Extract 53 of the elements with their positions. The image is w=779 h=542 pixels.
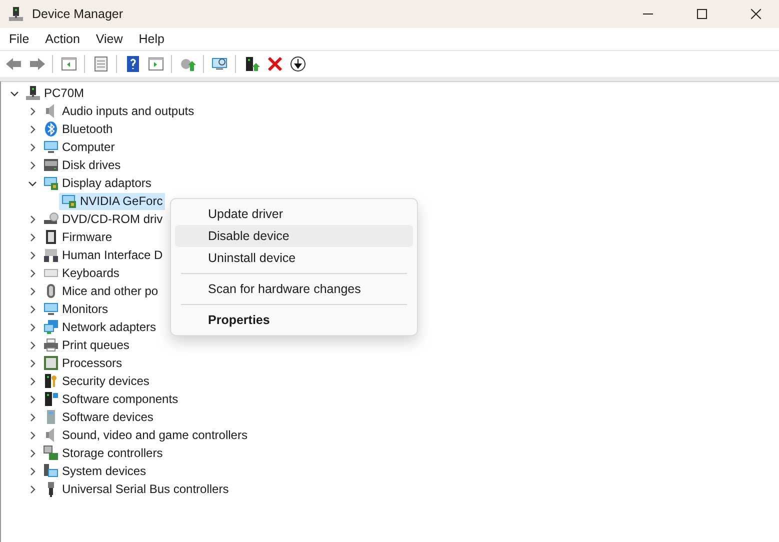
monitor-icon	[43, 301, 59, 317]
tree-item[interactable]: Software components	[41, 390, 180, 408]
menu-item[interactable]: View	[88, 30, 131, 48]
tree-item[interactable]: DVD/CD-ROM driv	[41, 210, 165, 228]
display-adapter-icon	[43, 175, 59, 191]
monitor-icon	[43, 139, 59, 155]
tree-item[interactable]: Firmware	[41, 228, 114, 246]
tree-item[interactable]: System devices	[41, 462, 148, 480]
context-menu-item[interactable]: Uninstall device	[175, 247, 413, 269]
optical-drive-icon	[43, 211, 59, 227]
tree-item[interactable]: Network adapters	[41, 318, 158, 336]
system-icon	[43, 463, 59, 479]
context-menu-item[interactable]: Scan for hardware changes	[175, 278, 413, 300]
menu-item[interactable]: File	[1, 30, 38, 48]
tree-item[interactable]: Computer	[41, 138, 117, 156]
gamepad-icon	[43, 247, 59, 263]
tree-item[interactable]: Audio inputs and outputs	[41, 102, 196, 120]
bluetooth-icon	[43, 121, 59, 137]
tree-item[interactable]: Bluetooth	[41, 120, 115, 138]
chip-icon	[43, 229, 59, 245]
close-icon	[751, 9, 761, 19]
tree-item[interactable]: Display adaptors	[41, 174, 154, 192]
tree-item[interactable]: Human Interface D	[41, 246, 165, 264]
context-menu-item[interactable]: Update driver	[175, 203, 413, 225]
tree-item[interactable]: Security devices	[41, 372, 152, 390]
maximize-icon	[697, 9, 707, 19]
tree-item[interactable]: Universal Serial Bus controllers	[41, 480, 231, 498]
component-icon	[43, 391, 59, 407]
key-icon	[43, 373, 59, 389]
tree-item[interactable]: NVIDIA GeForc	[59, 192, 165, 210]
network-icon	[43, 319, 59, 335]
app-icon	[8, 6, 24, 22]
menu-item[interactable]: Help	[130, 30, 172, 48]
tree-item[interactable]: Monitors	[41, 300, 110, 318]
tree-item[interactable]: Mice and other po	[41, 282, 160, 300]
menu-item[interactable]: Action	[37, 30, 88, 48]
display-adapter-icon	[61, 193, 77, 209]
printer-icon	[43, 337, 59, 353]
context-menu-item[interactable]: Disable device	[175, 225, 413, 247]
context-menu-item[interactable]: Properties	[175, 309, 413, 331]
tree-item[interactable]: Processors	[41, 354, 124, 372]
tree-item[interactable]: Storage controllers	[41, 444, 165, 462]
disk-drive-icon	[43, 157, 59, 173]
window-title: Device Manager	[32, 7, 124, 21]
computer-icon	[25, 85, 41, 101]
tree-item[interactable]: Sound, video and game controllers	[41, 426, 250, 444]
tree-item[interactable]: Keyboards	[41, 264, 122, 282]
processor-icon	[43, 355, 59, 371]
tree-item[interactable]: Print queues	[41, 336, 132, 354]
storage-controller-icon	[43, 445, 59, 461]
tree-item[interactable]: Disk drives	[41, 156, 123, 174]
tree-item[interactable]: PC70M	[23, 84, 86, 102]
tree-item[interactable]: Software devices	[41, 408, 156, 426]
